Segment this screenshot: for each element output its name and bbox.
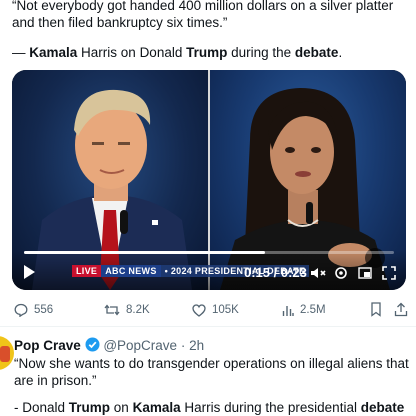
video-progress-bar[interactable] — [24, 251, 394, 254]
author-handle[interactable]: @PopCrave — [103, 338, 177, 353]
like-button[interactable]: 105K — [192, 303, 239, 317]
views-icon — [282, 305, 294, 316]
tweet-header: Pop Crave @PopCrave · 2h — [14, 337, 414, 354]
attr-name-trump: Trump — [186, 45, 228, 60]
attr-mid2: during the — [227, 45, 295, 60]
fullscreen-icon[interactable] — [382, 266, 396, 280]
video-progress-fill — [24, 251, 265, 254]
attr-dash: — — [12, 45, 30, 60]
chyron-news: ABC NEWS — [101, 265, 161, 277]
picture-in-picture-icon[interactable] — [358, 266, 372, 280]
settings-icon[interactable] — [334, 266, 348, 280]
tweet2-text: “Now she wants to do transgender operati… — [14, 356, 409, 388]
attr2-debate: debate — [360, 400, 405, 415]
header-sep: · — [177, 338, 190, 353]
repost-button[interactable]: 8.2K — [104, 303, 150, 317]
reply-icon — [14, 303, 28, 317]
video-time: 0:15 / 0:23 — [244, 265, 307, 280]
share-icon[interactable] — [394, 302, 408, 317]
attr2-name-trump: Trump — [68, 400, 111, 415]
volume-muted-icon[interactable] — [310, 266, 326, 280]
like-count: 105K — [212, 304, 239, 316]
tweet-action-bar: 556 8.2K 105K 2.5M — [14, 300, 408, 320]
verified-badge-icon — [85, 337, 100, 352]
attr-end: . — [338, 45, 343, 60]
video-player[interactable]: LIVE ABC NEWS • 2024 PRESIDENTIAL DEBATE… — [12, 70, 406, 290]
attr2-mid2: Harris during the presidential — [180, 400, 361, 415]
repost-icon — [104, 304, 120, 316]
tweet-text: “Not everybody got handed 400 million do… — [12, 0, 394, 30]
chyron-live: LIVE — [72, 265, 102, 277]
tweet-attribution: — Kamala Harris on Donald Trump during t… — [12, 44, 408, 61]
avatar[interactable] — [0, 336, 14, 370]
reply-count: 556 — [34, 304, 54, 316]
views-button[interactable]: 2.5M — [282, 304, 326, 317]
heart-icon — [192, 303, 206, 317]
repost-count: 8.2K — [126, 304, 150, 316]
attr-debate: debate — [294, 45, 339, 60]
tweet2-attribution: - Donald Trump on Kamala Harris during t… — [14, 399, 414, 416]
attr2-name-kamala: Kamala — [132, 400, 181, 415]
author-name[interactable]: Pop Crave — [14, 338, 81, 353]
tweet-separator — [0, 326, 416, 327]
reply-button[interactable]: 556 — [14, 303, 53, 317]
play-icon[interactable] — [22, 264, 36, 280]
bookmark-icon[interactable] — [370, 302, 382, 317]
avatar-logo — [0, 346, 10, 362]
attr2-mid: on — [110, 400, 133, 415]
attr2-dash: - Donald — [14, 400, 69, 415]
view-count: 2.5M — [300, 304, 326, 316]
tweet-time[interactable]: 2h — [189, 338, 204, 353]
attr-mid: Harris on Donald — [77, 45, 187, 60]
attr-name-kamala: Kamala — [29, 45, 78, 60]
